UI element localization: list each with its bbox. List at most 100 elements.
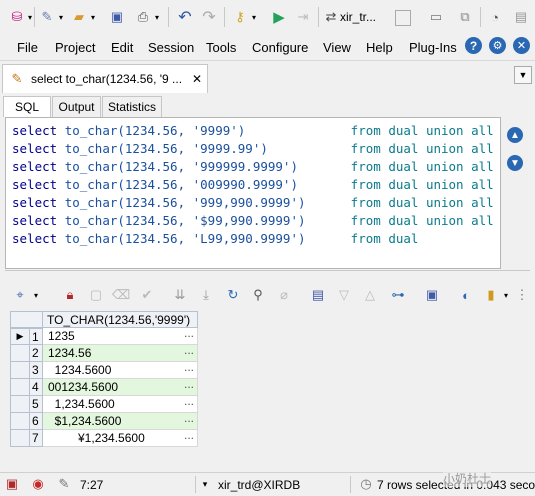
arrow-up-icon[interactable]: ▲	[507, 127, 523, 143]
help-circle-icon[interactable]: ?	[465, 37, 482, 54]
tab-sql[interactable]: SQL	[3, 96, 51, 117]
table-row[interactable]: 1235 ...	[43, 326, 198, 345]
cell-ellipsis[interactable]: ...	[184, 360, 194, 374]
table-row[interactable]: 1234.56 ...	[43, 343, 198, 362]
connection-label[interactable]: xir_tr...	[340, 10, 376, 24]
settings-circle-icon[interactable]: ⚙	[489, 37, 506, 54]
cell-value: 1235	[48, 329, 75, 343]
menu-tools[interactable]: Tools	[206, 40, 236, 55]
post-icon[interactable]: ✔	[138, 286, 156, 304]
key-icon[interactable]: ⚷	[231, 8, 249, 26]
cell-value: $1,234.5600	[48, 414, 122, 428]
menu-project[interactable]: Project	[55, 40, 95, 55]
document-tab[interactable]: ✎ select to_char(1234.56, '9 ... ✕	[2, 64, 208, 93]
step-icon[interactable]: ⇥	[294, 8, 312, 26]
editor-subtabs: SQL Output Statistics	[0, 94, 535, 117]
column-header[interactable]: TO_CHAR(1234.56,'9999')	[43, 311, 198, 328]
menu-configure[interactable]: Configure	[252, 40, 308, 55]
tab-statistics[interactable]: Statistics	[102, 96, 162, 117]
session-status-icon: ▣	[5, 476, 19, 491]
menu-edit[interactable]: Edit	[111, 40, 133, 55]
arrow-down-icon[interactable]: ▼	[507, 155, 523, 171]
save-grid-icon[interactable]: ▣	[423, 286, 441, 304]
menu-view[interactable]: View	[323, 40, 351, 55]
row-number: 4	[30, 379, 43, 396]
undo-icon[interactable]: ↶	[176, 8, 194, 26]
help-icon[interactable]: ◔	[486, 8, 504, 26]
dropdown-arrow-icon[interactable]: ▾	[250, 12, 258, 22]
record-view-icon[interactable]: ▤	[309, 286, 327, 304]
collapse-icon[interactable]: ▽	[335, 286, 353, 304]
first-record-icon[interactable]: ⇊	[171, 286, 189, 304]
window-list-icon[interactable]: ⧉	[456, 8, 474, 26]
tab-output[interactable]: Output	[52, 96, 101, 117]
row-indicator[interactable]	[10, 362, 30, 379]
database-icon[interactable]: ⛁	[8, 8, 26, 26]
menu-help[interactable]: Help	[366, 40, 393, 55]
execute-icon[interactable]: ▶	[270, 8, 288, 26]
sql-editor[interactable]: select to_char(1234.56, '9999') from dua…	[5, 117, 501, 269]
cell-ellipsis[interactable]: ...	[184, 326, 194, 340]
find-icon[interactable]: ⚲	[249, 286, 267, 304]
row-indicator[interactable]	[10, 379, 30, 396]
close-circle-icon[interactable]: ✕	[513, 37, 530, 54]
table-row[interactable]: 1,234.5600 ...	[43, 394, 198, 413]
redo-icon[interactable]: ↷	[200, 8, 218, 26]
grid-options-icon[interactable]: ⌖	[11, 286, 29, 304]
chart-icon[interactable]: ▮	[482, 286, 500, 304]
tab-close-icon[interactable]: ✕	[189, 70, 205, 88]
cell-ellipsis[interactable]: ...	[184, 411, 194, 425]
dropdown-arrow-icon[interactable]: ▾	[26, 12, 34, 22]
toolbar-more-icon[interactable]: ▤	[512, 8, 530, 26]
table-row[interactable]: $1,234.5600 ...	[43, 411, 198, 430]
code-line: select to_char(1234.56, '009990.9999') f…	[12, 177, 494, 192]
cell-ellipsis[interactable]: ...	[184, 377, 194, 391]
cell-ellipsis[interactable]: ...	[184, 428, 194, 442]
dropdown-arrow-icon[interactable]: ▾	[199, 476, 211, 492]
save-icon[interactable]: ▣	[108, 8, 126, 26]
dropdown-arrow-icon[interactable]: ▾	[89, 12, 97, 22]
row-indicator[interactable]	[10, 413, 30, 430]
table-row[interactable]: ¥1,234.5600 ...	[43, 428, 198, 447]
grid-more-icon[interactable]: ⋮	[514, 286, 530, 304]
splitter[interactable]	[5, 268, 530, 274]
menu-session[interactable]: Session	[148, 40, 194, 55]
row-indicator[interactable]	[10, 396, 30, 413]
expand-icon[interactable]: △	[361, 286, 379, 304]
new-row-icon[interactable]: ▢	[87, 286, 105, 304]
tab-list-dropdown-icon[interactable]: ▼	[514, 66, 532, 84]
connection-icon[interactable]: ⇄	[324, 8, 338, 26]
cell-ellipsis[interactable]: ...	[184, 343, 194, 357]
close-connection-icon[interactable]: ▭	[427, 8, 445, 26]
connection-status[interactable]: xir_trd@XIRDB	[218, 478, 300, 492]
row-indicator[interactable]	[10, 430, 30, 447]
delete-row-icon[interactable]: ⌫	[112, 286, 130, 304]
dropdown-arrow-icon[interactable]: ▾	[57, 12, 65, 22]
menu-file[interactable]: File	[17, 40, 38, 55]
tree-icon[interactable]: ⊶	[389, 286, 407, 304]
table-row[interactable]: 1234.5600 ...	[43, 360, 198, 379]
export-icon[interactable]: ◐	[457, 286, 475, 304]
status-bar: ▣ ◉ ✎ 7:27 ▾ xir_trd@XIRDB ◷ 7 rows sele…	[0, 470, 535, 496]
last-record-icon[interactable]: ⤓	[197, 286, 215, 304]
print-icon[interactable]: ⎙	[134, 8, 152, 26]
stopwatch-icon: ◷	[360, 476, 372, 491]
cell-ellipsis[interactable]: ...	[184, 394, 194, 408]
window-icon[interactable]	[395, 10, 411, 26]
dropdown-arrow-icon[interactable]: ▾	[501, 290, 511, 300]
lock-icon[interactable]: 🔒︎	[61, 286, 79, 304]
dropdown-arrow-icon[interactable]: ▾	[153, 12, 161, 22]
code-line: select to_char(1234.56, 'L99,990.9999') …	[12, 231, 419, 246]
row-indicator[interactable]: ▶	[10, 328, 30, 345]
table-row[interactable]: 001234.5600 ...	[43, 377, 198, 396]
clear-icon[interactable]: ⌀	[275, 286, 293, 304]
open-folder-icon[interactable]: ▰	[70, 8, 88, 26]
dropdown-arrow-icon[interactable]: ▾	[31, 290, 41, 300]
menu-plugins[interactable]: Plug-Ins	[409, 40, 457, 55]
row-indicator[interactable]	[10, 345, 30, 362]
row-number: 2	[30, 345, 43, 362]
refresh-icon[interactable]: ↻	[224, 286, 242, 304]
code-line: select to_char(1234.56, '$99,990.9999') …	[12, 213, 494, 228]
new-file-icon[interactable]: ✎	[38, 8, 56, 26]
cell-value: 1234.5600	[48, 363, 112, 377]
